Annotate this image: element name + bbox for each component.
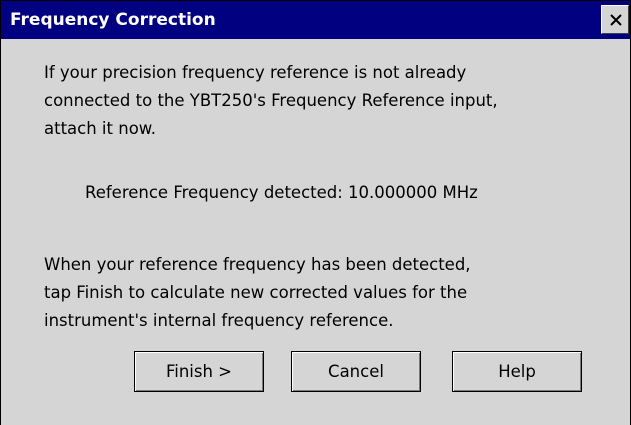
close-icon bbox=[610, 14, 622, 26]
cancel-button[interactable]: Cancel bbox=[291, 351, 421, 392]
intro-line-3: attach it now. bbox=[44, 119, 157, 138]
finish-button[interactable]: Finish > bbox=[134, 351, 264, 392]
window-title: Frequency Correction bbox=[10, 10, 216, 30]
intro-line-2: connected to the YBT250's Frequency Refe… bbox=[44, 91, 498, 110]
detected-label: Reference Frequency detected: bbox=[85, 183, 343, 202]
detected-frequency: Reference Frequency detected: 10.000000 … bbox=[85, 179, 478, 207]
instruction-line-1: When your reference frequency has been d… bbox=[44, 255, 471, 274]
title-bar: Frequency Correction bbox=[1, 1, 630, 39]
instruction-line-3: instrument's internal frequency referenc… bbox=[44, 311, 394, 330]
help-button[interactable]: Help bbox=[452, 351, 582, 392]
instruction-text: When your reference frequency has been d… bbox=[44, 251, 471, 335]
intro-text: If your precision frequency reference is… bbox=[44, 59, 498, 143]
frequency-correction-dialog: Frequency Correction If your precision f… bbox=[0, 0, 631, 425]
instruction-line-2: tap Finish to calculate new corrected va… bbox=[44, 283, 468, 302]
close-button[interactable] bbox=[601, 5, 629, 34]
intro-line-1: If your precision frequency reference is… bbox=[44, 63, 467, 82]
detected-value: 10.000000 MHz bbox=[348, 183, 478, 202]
